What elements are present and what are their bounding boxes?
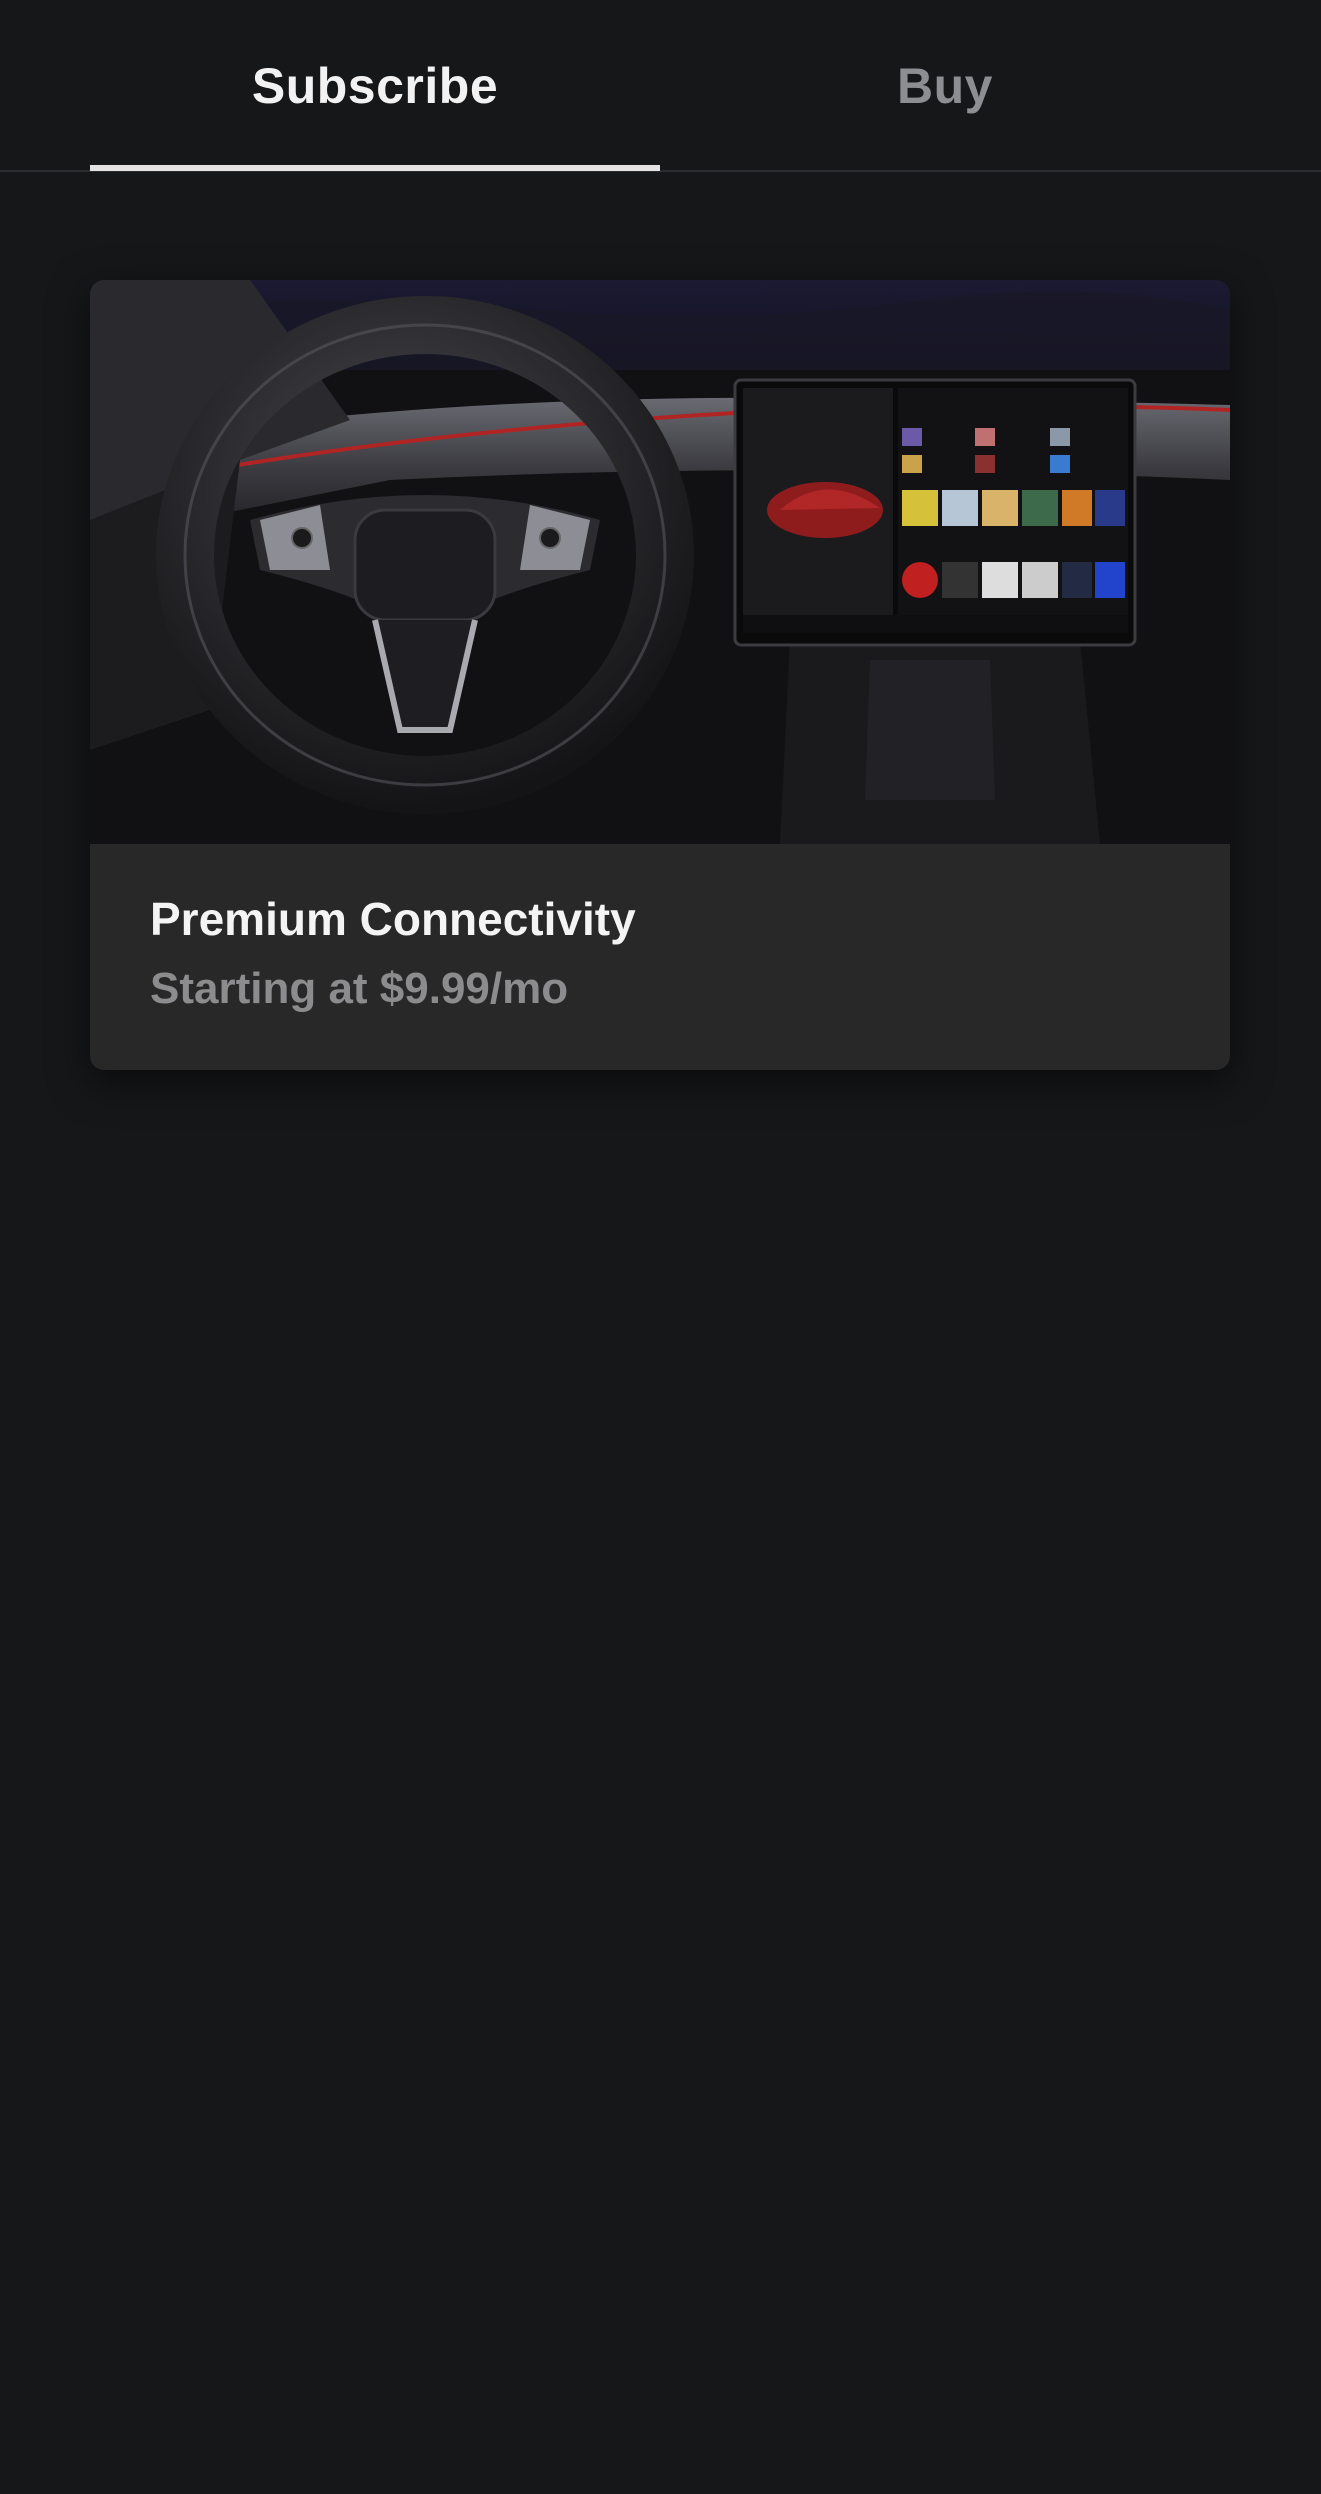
card-price-subtitle: Starting at $9.99/mo bbox=[150, 964, 569, 1013]
premium-connectivity-card[interactable]: Premium Connectivity Starting at $9.99/m… bbox=[90, 280, 1230, 1070]
tab-subscribe[interactable]: Subscribe bbox=[90, 0, 660, 172]
active-tab-indicator bbox=[90, 165, 660, 171]
car-interior-image bbox=[90, 280, 1230, 844]
card-title: Premium Connectivity bbox=[150, 893, 636, 945]
tab-buy[interactable]: Buy bbox=[660, 0, 1230, 172]
tab-bar: Subscribe Buy bbox=[0, 0, 1321, 172]
